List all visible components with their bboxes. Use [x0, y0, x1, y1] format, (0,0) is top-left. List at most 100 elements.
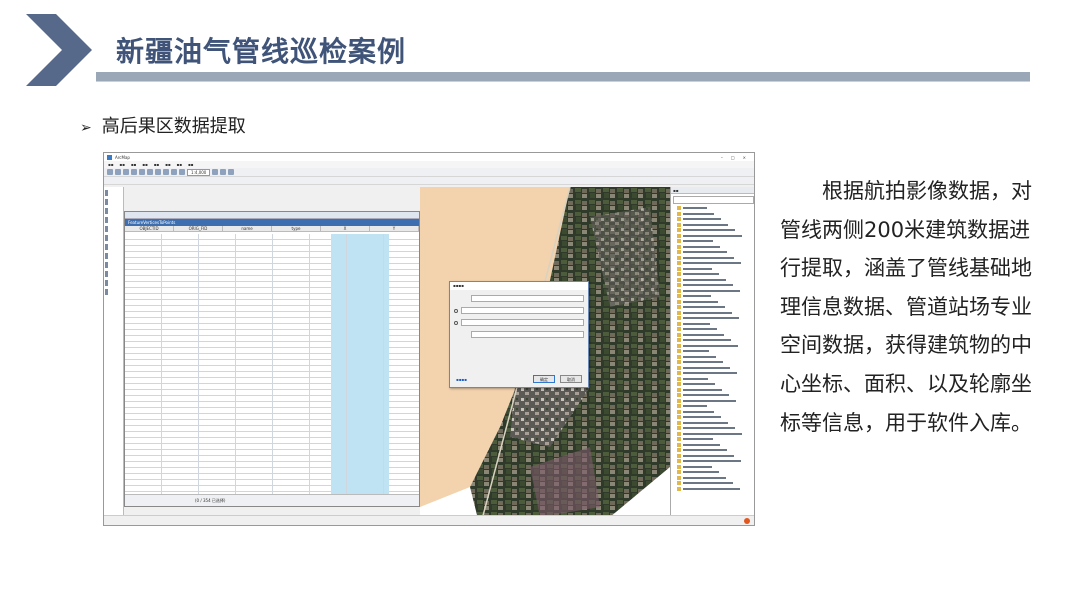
catalog-item[interactable] [677, 305, 754, 309]
catalog-item[interactable] [677, 244, 754, 249]
catalog-item[interactable] [677, 261, 754, 265]
catalog-item[interactable] [677, 222, 754, 227]
measure-icon[interactable] [155, 169, 161, 175]
maximize-icon[interactable]: □ [731, 155, 735, 160]
menu-item[interactable]: ▪▪ [131, 162, 136, 167]
menu-item[interactable]: ▪▪ [142, 162, 147, 167]
catalog-item[interactable] [677, 442, 754, 447]
catalog-location-field[interactable] [673, 196, 754, 204]
catalog-item[interactable] [677, 464, 754, 469]
select-icon[interactable] [139, 169, 145, 175]
unit-select[interactable] [471, 331, 584, 338]
column-header[interactable]: type [272, 226, 321, 231]
catalog-item[interactable] [677, 343, 754, 348]
property-select[interactable] [471, 295, 584, 302]
catalog-item[interactable] [677, 409, 754, 414]
toc-layer[interactable] [105, 271, 122, 277]
zoom-in-icon[interactable] [107, 169, 113, 175]
menu-item[interactable]: ▪▪ [188, 162, 193, 167]
catalog-item[interactable] [677, 393, 754, 397]
save-icon[interactable] [171, 169, 177, 175]
radio-option[interactable] [454, 320, 458, 325]
catalog-icon[interactable] [220, 169, 227, 175]
catalog-item[interactable] [677, 294, 754, 298]
toc-layer[interactable] [105, 235, 122, 241]
catalog-item[interactable] [677, 420, 754, 425]
catalog-item[interactable] [677, 228, 754, 232]
table-rows[interactable] [125, 234, 419, 494]
catalog-item[interactable] [677, 217, 754, 221]
catalog-item[interactable] [677, 470, 754, 474]
catalog-item[interactable] [677, 332, 754, 337]
toc-layer[interactable] [105, 217, 122, 223]
table-tab[interactable]: FeatureVerticesToPoints [125, 219, 419, 226]
catalog-item[interactable] [677, 272, 754, 276]
catalog-item[interactable] [677, 206, 754, 210]
toc-layer[interactable] [105, 280, 122, 286]
column-header[interactable]: OBJECTID [125, 226, 174, 231]
catalog-item[interactable] [677, 283, 754, 287]
catalog-item[interactable] [677, 239, 754, 243]
catalog-item[interactable] [677, 404, 754, 408]
cancel-button[interactable]: 取消 [560, 375, 582, 383]
toc-layer[interactable] [105, 199, 122, 205]
catalog-item[interactable] [677, 365, 754, 370]
column-header[interactable]: Y [370, 226, 419, 231]
menu-item[interactable]: ▪▪ [108, 162, 113, 167]
close-icon[interactable]: × [743, 155, 746, 160]
catalog-item[interactable] [677, 338, 754, 342]
catalog-item[interactable] [677, 211, 754, 216]
column-header[interactable]: X [321, 226, 370, 231]
toc-layer[interactable] [105, 244, 122, 250]
menu-item[interactable]: ▪▪ [119, 162, 124, 167]
ok-button[interactable]: 确定 [533, 375, 555, 383]
menu-item[interactable]: ▪▪ [177, 162, 182, 167]
catalog-item[interactable] [677, 371, 754, 375]
catalog-item[interactable] [677, 255, 754, 260]
column-header[interactable]: name [223, 226, 272, 231]
catalog-item[interactable] [677, 448, 754, 452]
radio-option[interactable] [454, 308, 458, 313]
toc-layer[interactable] [105, 262, 122, 268]
catalog-item[interactable] [677, 360, 754, 364]
menu-item[interactable]: ▪▪ [154, 162, 159, 167]
catalog-item[interactable] [677, 415, 754, 419]
catalog-item[interactable] [677, 250, 754, 254]
catalog-item[interactable] [677, 481, 754, 485]
catalog-item[interactable] [677, 459, 754, 463]
catalog-item[interactable] [677, 349, 754, 353]
catalog-item[interactable] [677, 277, 754, 282]
catalog-item[interactable] [677, 453, 754, 458]
pan-icon[interactable] [123, 169, 129, 175]
catalog-item[interactable] [677, 475, 754, 480]
column-header[interactable]: ORIG_FID [174, 226, 223, 231]
minimize-icon[interactable]: – [721, 155, 723, 160]
toc-layer[interactable] [105, 226, 122, 232]
catalog-item[interactable] [677, 354, 754, 359]
open-icon[interactable] [163, 169, 169, 175]
toc-layer[interactable] [105, 289, 122, 295]
catalog-item[interactable] [677, 288, 754, 293]
toc-layer[interactable] [105, 253, 122, 259]
full-extent-icon[interactable] [131, 169, 137, 175]
identify-icon[interactable] [147, 169, 153, 175]
toc-layer[interactable] [105, 190, 122, 196]
catalog-item[interactable] [677, 376, 754, 381]
catalog-item[interactable] [677, 327, 754, 331]
catalog-item[interactable] [677, 486, 754, 491]
editor-icon[interactable] [212, 169, 219, 175]
help-link[interactable]: ▪▪▪▪ [456, 377, 467, 382]
catalog-item[interactable] [677, 382, 754, 386]
catalog-item[interactable] [677, 437, 754, 441]
menu-item[interactable]: ▪▪ [165, 162, 170, 167]
zoom-out-icon[interactable] [115, 169, 121, 175]
catalog-item[interactable] [677, 310, 754, 315]
toc-layer[interactable] [105, 208, 122, 214]
add-data-icon[interactable] [179, 169, 185, 175]
map-scale-select[interactable]: 1:4,000 [187, 168, 211, 176]
catalog-item[interactable] [677, 431, 754, 436]
catalog-item[interactable] [677, 266, 754, 271]
catalog-item[interactable] [677, 233, 754, 238]
catalog-item[interactable] [677, 398, 754, 403]
catalog-item[interactable] [677, 387, 754, 392]
